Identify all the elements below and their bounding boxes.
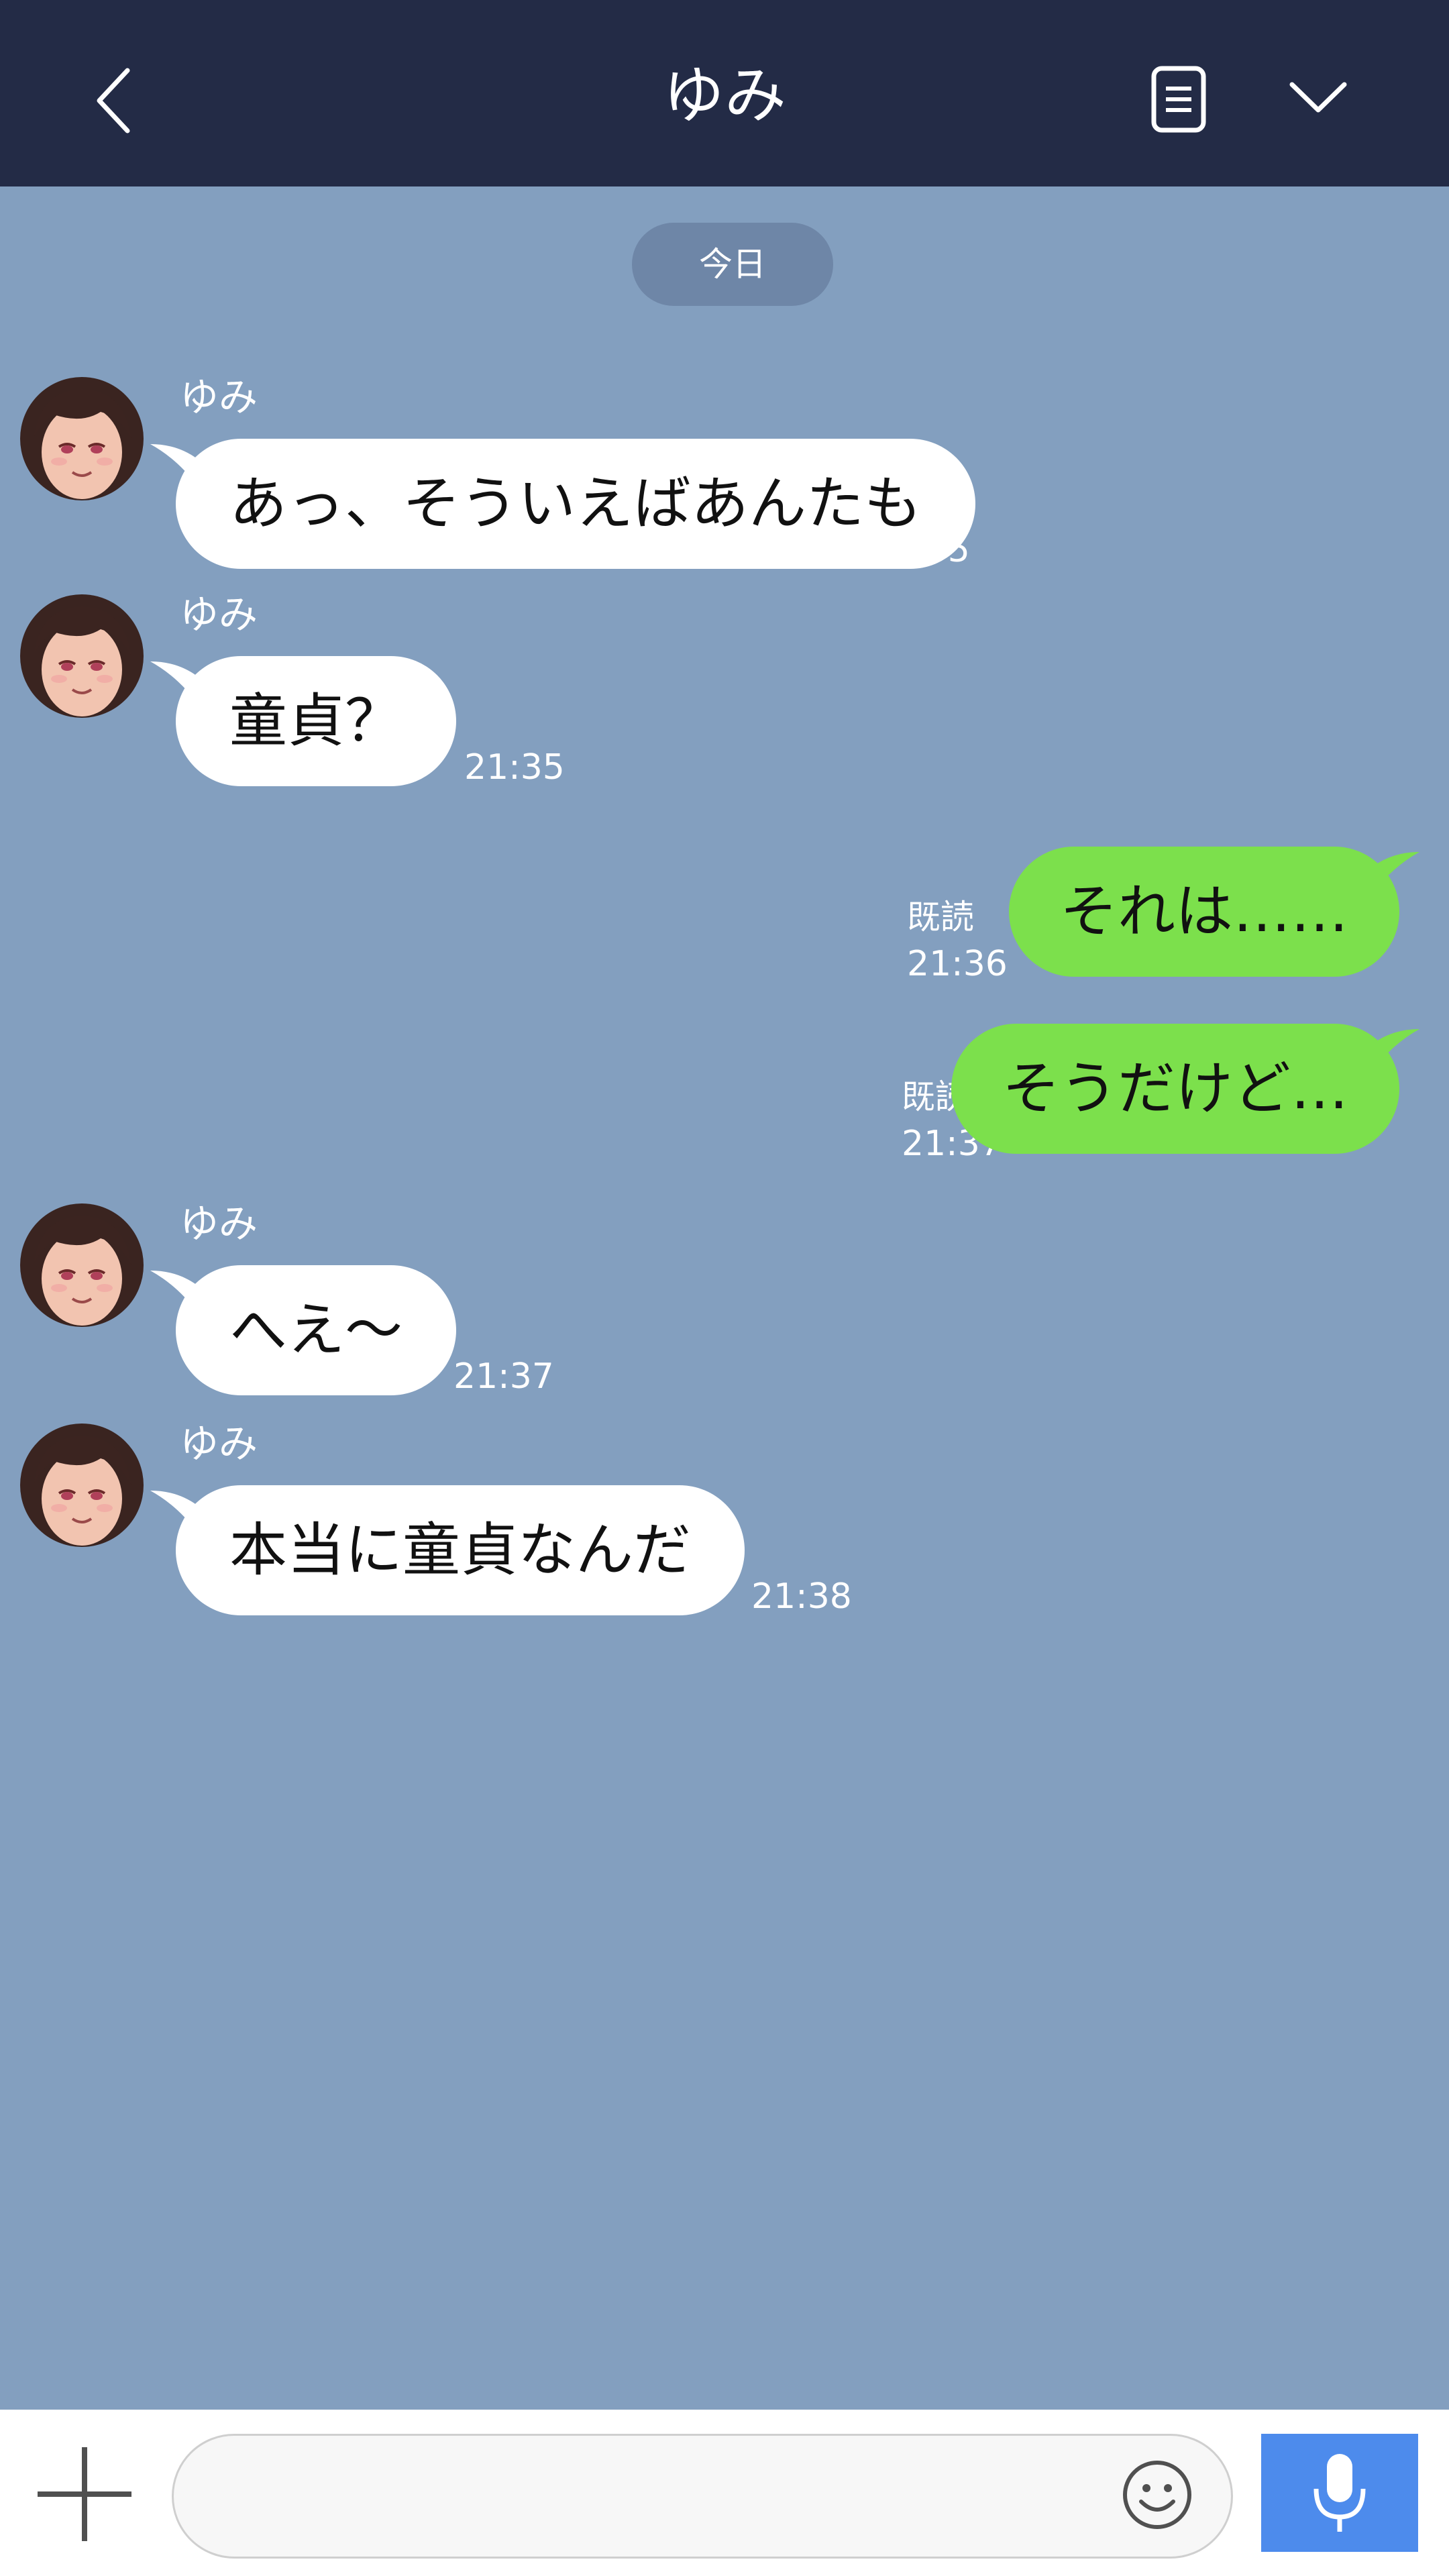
notes-icon[interactable]: [1148, 66, 1212, 134]
read-receipt: 既読: [907, 898, 974, 936]
avatar[interactable]: [20, 594, 144, 718]
avatar[interactable]: [20, 1424, 144, 1547]
message-text: あっ、そういえばあんたも: [229, 470, 922, 537]
message-time: 21:36: [907, 944, 1008, 984]
message-bubble[interactable]: へえ〜: [176, 1265, 456, 1395]
plus-icon[interactable]: [35, 2445, 134, 2544]
message-outgoing: 既読 21:37 そうだけど…: [0, 1024, 1449, 1164]
emoji-icon[interactable]: [1121, 2459, 1193, 2531]
message-bubble[interactable]: 童貞？: [176, 656, 456, 786]
sender-name: ゆみ: [180, 592, 258, 637]
message-text: 本当に童貞なんだ: [229, 1517, 691, 1584]
message-bubble[interactable]: 本当に童貞なんだ: [176, 1485, 745, 1615]
microphone-icon: [1313, 2454, 1366, 2532]
message-time: 21:37: [453, 1356, 554, 1397]
message-bubble[interactable]: それは……: [1009, 847, 1399, 977]
chat-header: ゆみ: [0, 0, 1449, 186]
message-text: 童貞？: [229, 688, 402, 755]
chat-title: ゆみ: [662, 60, 786, 131]
message-text: そうだけど…: [1002, 1055, 1348, 1122]
message-input-bar: [0, 2410, 1449, 2576]
bubble-tail: [1373, 1029, 1419, 1071]
sender-name: ゆみ: [180, 374, 258, 420]
message-text: それは……: [1060, 878, 1348, 945]
message-time: 21:38: [751, 1576, 852, 1617]
date-separator: 今日: [632, 223, 833, 306]
avatar[interactable]: [20, 377, 144, 500]
message-time: 21:35: [869, 530, 970, 570]
message-input[interactable]: [172, 2434, 1233, 2559]
chevron-down-icon[interactable]: [1288, 74, 1348, 121]
message-text: へえ〜: [229, 1297, 402, 1364]
sender-name: ゆみ: [180, 1201, 258, 1246]
message-bubble[interactable]: そうだけど…: [951, 1024, 1399, 1154]
message-meta: 既読 21:36: [907, 894, 1008, 987]
microphone-button[interactable]: [1261, 2434, 1418, 2552]
bubble-tail: [1373, 852, 1419, 894]
message-outgoing: 既読 21:36 それは……: [0, 847, 1449, 984]
avatar[interactable]: [20, 1203, 144, 1327]
sender-name: ゆみ: [180, 1421, 258, 1466]
message-bubble[interactable]: あっ、そういえばあんたも: [176, 439, 975, 569]
message-time: 21:35: [464, 747, 565, 788]
